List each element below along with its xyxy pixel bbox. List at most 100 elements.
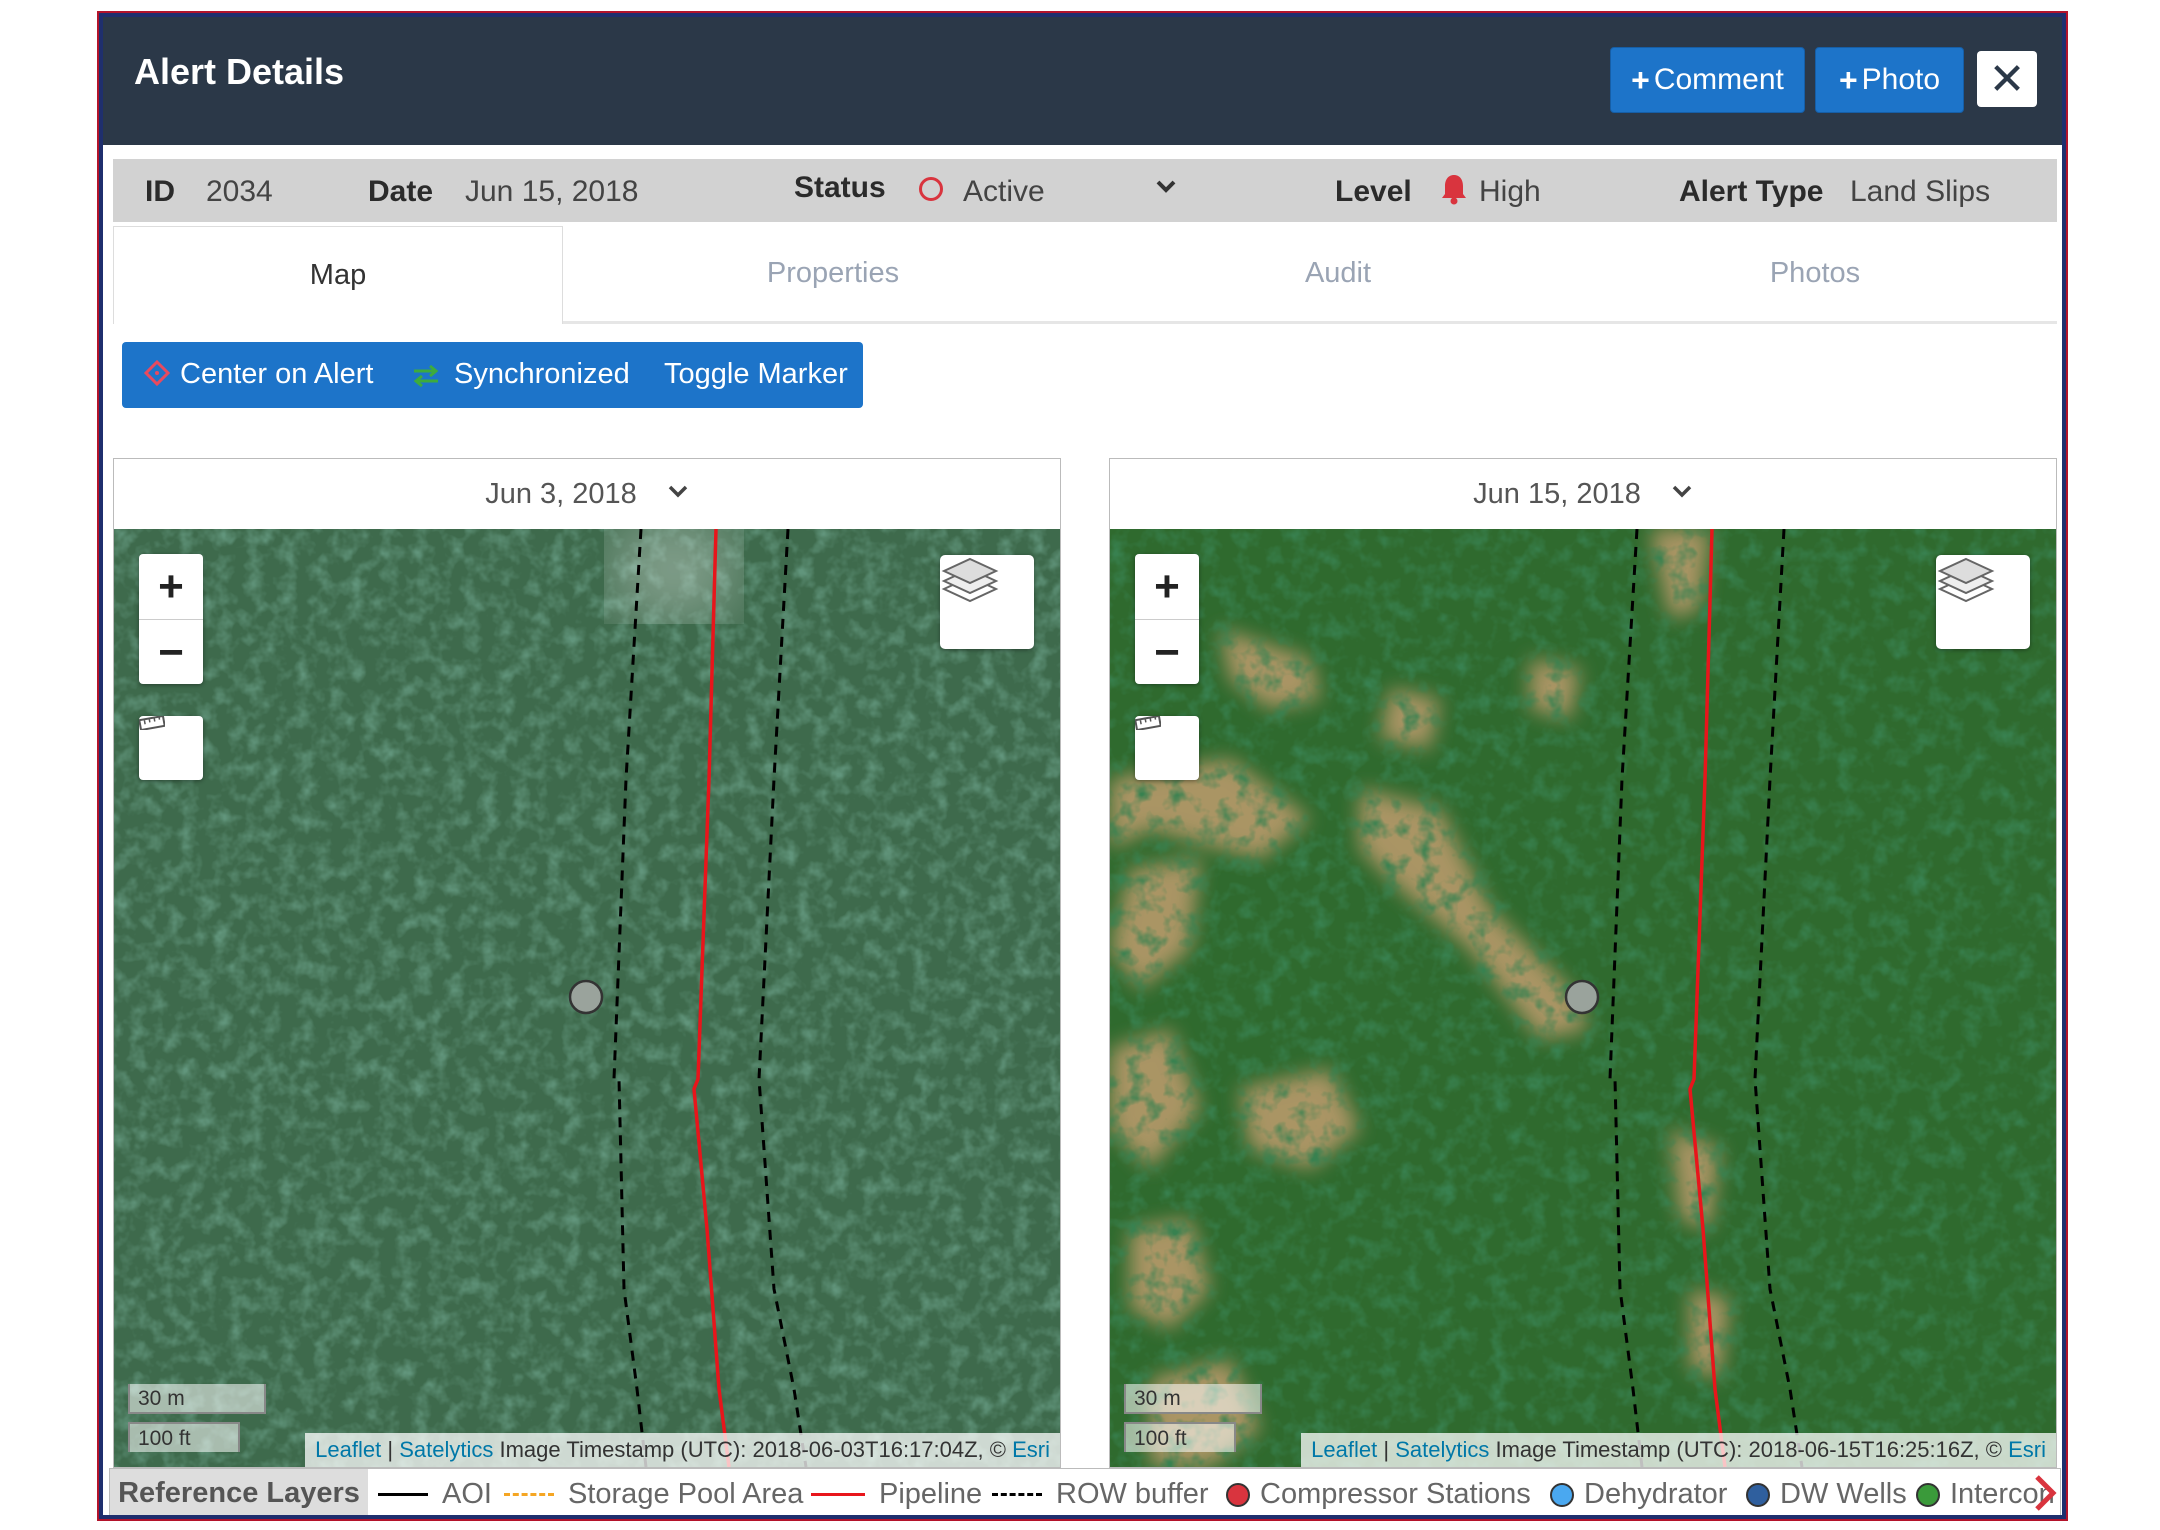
map-toolbar: Center on Alert Synchronized Toggle Mark… xyxy=(122,342,863,408)
line-swatch xyxy=(378,1493,428,1496)
scale-bar-feet: 100 ft xyxy=(1124,1422,1236,1452)
scale-bar-feet: 100 ft xyxy=(128,1422,240,1452)
zoom-out-button[interactable]: − xyxy=(139,619,203,685)
status-label: Status xyxy=(794,171,886,204)
date-select-after[interactable]: Jun 15, 2018 xyxy=(1110,459,2056,529)
level-value: High xyxy=(1479,175,1541,208)
close-icon[interactable]: ✕ xyxy=(1977,51,2037,107)
esri-link[interactable]: Esri xyxy=(2008,1437,2046,1462)
add-comment-label: Comment xyxy=(1653,63,1784,96)
satelytics-link[interactable]: Satelytics xyxy=(399,1437,493,1462)
zoom-in-button[interactable]: + xyxy=(139,554,203,619)
legend-label: Compressor Stations xyxy=(1260,1478,1531,1510)
leaflet-link[interactable]: Leaflet xyxy=(1311,1437,1377,1462)
id-label: ID xyxy=(145,175,175,208)
date-select-value: Jun 3, 2018 xyxy=(485,477,637,510)
legend-item-dehydrator[interactable]: Dehydrator xyxy=(1550,1478,1727,1511)
map-attribution: Leaflet | Satelytics Image Timestamp (UT… xyxy=(1301,1433,2056,1467)
legend-item-pipeline[interactable]: Pipeline xyxy=(811,1478,982,1511)
bell-icon xyxy=(1440,173,1468,213)
tab-properties[interactable]: Properties xyxy=(563,226,1103,324)
alert-marker[interactable] xyxy=(568,979,604,1015)
legend-label: Pipeline xyxy=(879,1478,983,1510)
layers-icon[interactable] xyxy=(940,555,1034,649)
plus-icon: + xyxy=(1838,61,1858,98)
legend-label: Storage Pool Area xyxy=(568,1478,804,1510)
dashed-line-swatch xyxy=(992,1493,1042,1496)
plus-icon: + xyxy=(1631,61,1650,98)
satellite-imagery xyxy=(1110,529,2056,1467)
synchronized-toggle[interactable]: Synchronized xyxy=(454,358,630,391)
add-photo-label: Photo xyxy=(1861,63,1941,96)
scale-bar-meters: 30 m xyxy=(1124,1384,1262,1414)
alert-info-bar: ID 2034 Date Jun 15, 2018 Status Active … xyxy=(113,159,2057,222)
image-timestamp: Image Timestamp (UTC): 2018-06-15T16:25:… xyxy=(1489,1437,2009,1462)
dot-swatch xyxy=(1226,1482,1250,1507)
alert-marker[interactable] xyxy=(1564,979,1600,1015)
status-circle-icon xyxy=(919,177,943,201)
image-timestamp: Image Timestamp (UTC): 2018-06-03T16:17:… xyxy=(493,1437,1013,1462)
chevron-down-icon xyxy=(667,480,689,509)
line-swatch xyxy=(811,1493,865,1496)
zoom-in-button[interactable]: + xyxy=(1135,554,1199,619)
satelytics-link[interactable]: Satelytics xyxy=(1395,1437,1489,1462)
date-select-before[interactable]: Jun 3, 2018 xyxy=(114,459,1060,529)
leaflet-link[interactable]: Leaflet xyxy=(315,1437,381,1462)
sync-arrows-icon xyxy=(412,362,440,395)
crosshair-icon xyxy=(143,359,171,394)
dot-swatch xyxy=(1746,1482,1770,1507)
dot-swatch xyxy=(1550,1482,1574,1507)
map-panel-after: Jun 15, 2018 + − 30 m 100 ft Leaflet | S… xyxy=(1109,458,2057,1468)
add-comment-button[interactable]: + Comment xyxy=(1610,47,1805,113)
satellite-map-before[interactable]: + − 30 m 100 ft Leaflet | Satelytics Ima… xyxy=(114,529,1060,1467)
dot-swatch xyxy=(1916,1482,1940,1507)
ruler-icon[interactable] xyxy=(1135,716,1199,780)
date-label: Date xyxy=(368,175,434,208)
alert-type-label: Alert Type xyxy=(1679,175,1824,208)
tab-bar: Map Properties Audit Photos xyxy=(113,226,2057,329)
chevron-down-icon[interactable] xyxy=(1155,171,1177,205)
legend-item-compressor-stations[interactable]: Compressor Stations xyxy=(1226,1478,1531,1511)
zoom-control: + − xyxy=(1135,554,1199,684)
center-on-alert-button[interactable]: Center on Alert xyxy=(180,358,373,391)
legend-item-storage-pool[interactable]: Storage Pool Area xyxy=(504,1478,803,1511)
scale-bar-meters: 30 m xyxy=(128,1384,266,1414)
dialog-title: Alert Details xyxy=(134,51,345,92)
date-value: Jun 15, 2018 xyxy=(465,175,639,208)
alert-type-value: Land Slips xyxy=(1850,175,1991,208)
attribution-separator: | xyxy=(1377,1437,1396,1462)
ruler-icon[interactable] xyxy=(139,716,203,780)
id-value: 2034 xyxy=(206,175,273,208)
legend-item-row-buffer[interactable]: ROW buffer xyxy=(992,1478,1209,1511)
satellite-imagery xyxy=(114,529,1060,1467)
date-select-value: Jun 15, 2018 xyxy=(1473,477,1641,510)
legend-label: ROW buffer xyxy=(1056,1478,1209,1510)
legend-label: Dehydrator xyxy=(1584,1478,1728,1510)
satellite-map-after[interactable]: + − 30 m 100 ft Leaflet | Satelytics Ima… xyxy=(1110,529,2056,1467)
layers-icon[interactable] xyxy=(1936,555,2030,649)
toggle-marker-button[interactable]: Toggle Marker xyxy=(664,358,848,391)
zoom-out-button[interactable]: − xyxy=(1135,619,1199,685)
add-photo-button[interactable]: + Photo xyxy=(1815,47,1964,113)
tab-map[interactable]: Map xyxy=(113,226,563,324)
legend-item-aoi[interactable]: AOI xyxy=(378,1478,492,1511)
map-panel-before: Jun 3, 2018 + − 30 m 100 ft Leaflet | Sa… xyxy=(113,458,1061,1468)
alert-details-dialog: Alert Details + Comment + Photo ✕ ID 203… xyxy=(97,11,2068,1521)
dashed-line-swatch xyxy=(504,1493,554,1496)
chevron-down-icon xyxy=(1671,480,1693,509)
chevron-right-icon[interactable] xyxy=(2032,1473,2058,1515)
status-select[interactable]: Active xyxy=(963,175,1045,209)
legend-title: Reference Layers xyxy=(110,1469,368,1515)
esri-link[interactable]: Esri xyxy=(1012,1437,1050,1462)
level-label: Level xyxy=(1335,175,1412,208)
legend-label: AOI xyxy=(442,1478,492,1510)
zoom-control: + − xyxy=(139,554,203,684)
tab-photos[interactable]: Photos xyxy=(1573,226,2057,324)
tab-audit[interactable]: Audit xyxy=(1103,226,1573,324)
map-attribution: Leaflet | Satelytics Image Timestamp (UT… xyxy=(305,1433,1060,1467)
reference-layers-legend: Reference Layers AOI Storage Pool Area P… xyxy=(109,1468,2061,1515)
legend-item-dw-wells[interactable]: DW Wells xyxy=(1746,1478,1907,1511)
dialog-header: Alert Details + Comment + Photo ✕ xyxy=(103,17,2062,145)
attribution-separator: | xyxy=(381,1437,400,1462)
legend-label: DW Wells xyxy=(1780,1478,1907,1510)
